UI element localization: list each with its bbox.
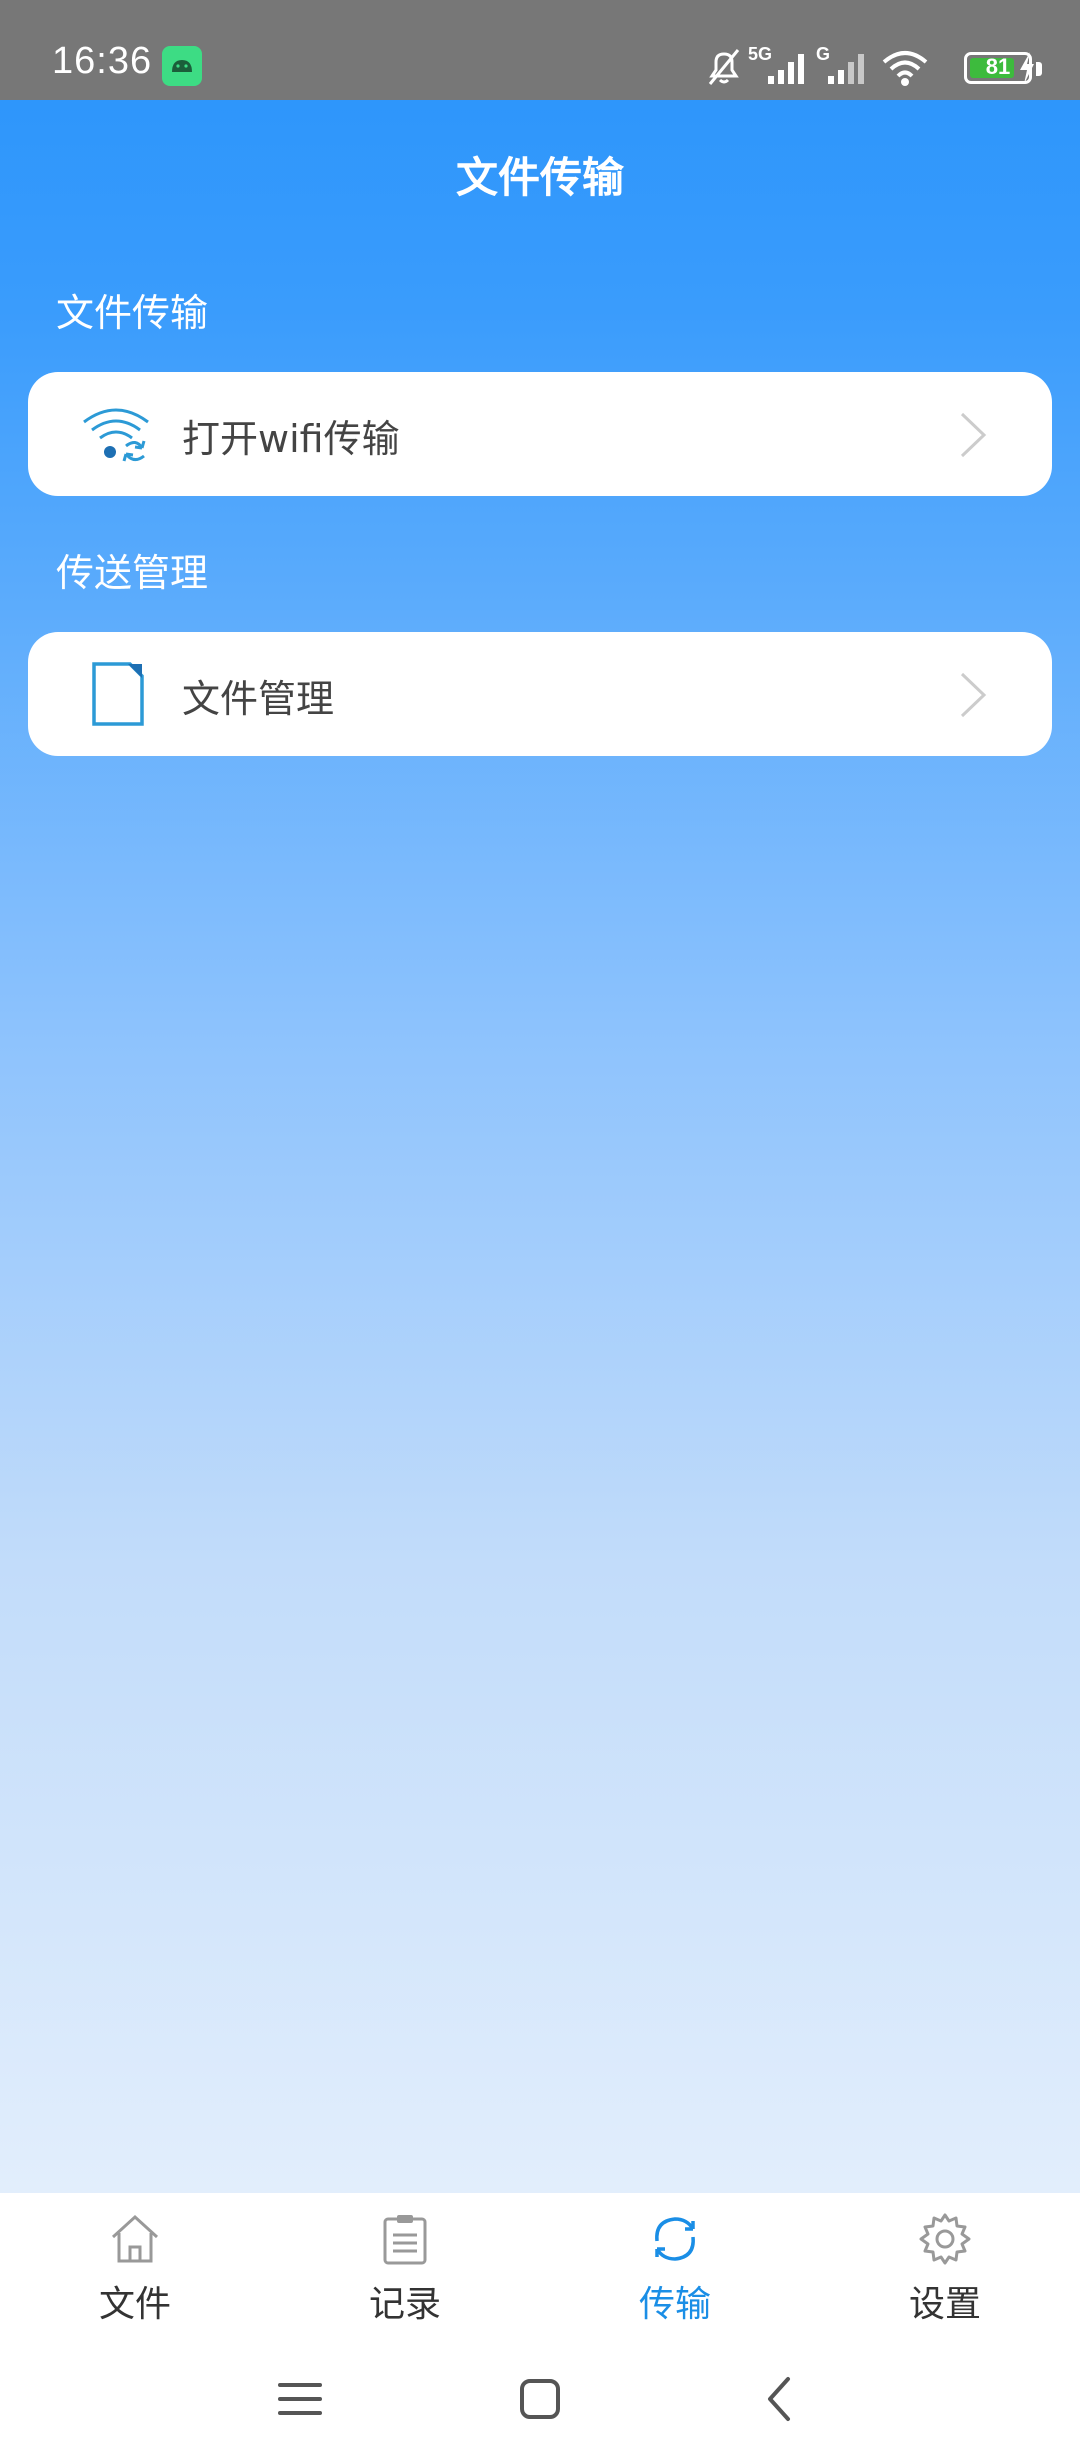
chevron-right-icon bbox=[960, 412, 987, 458]
chevron-right-icon bbox=[960, 672, 987, 718]
file-management-item[interactable]: 文件管理 bbox=[28, 632, 1052, 756]
main-content: 文件传输 文件传输 打开wifi传输 传送管理 文件管理 bbox=[0, 100, 1080, 2193]
charging-icon bbox=[1020, 52, 1034, 84]
tab-records-label: 记录 bbox=[368, 2284, 441, 2325]
mute-icon bbox=[708, 49, 740, 85]
signal-strength-icon-2 bbox=[828, 54, 864, 84]
clipboard-icon bbox=[383, 2215, 427, 2265]
tab-transfer[interactable]: 传输 bbox=[540, 2211, 810, 2341]
sync-icon bbox=[655, 2217, 695, 2261]
file-management-label: 文件管理 bbox=[182, 677, 335, 721]
system-nav-bar bbox=[0, 2341, 1080, 2460]
section-label-file-transfer: 文件传输 bbox=[56, 291, 209, 335]
tab-settings[interactable]: 设置 bbox=[810, 2211, 1080, 2341]
tab-files-label: 文件 bbox=[98, 2284, 171, 2325]
page-title: 文件传输 bbox=[455, 153, 624, 202]
android-app-icon bbox=[162, 46, 202, 86]
wifi-transfer-item[interactable]: 打开wifi传输 bbox=[28, 372, 1052, 496]
status-time: 16:36 bbox=[52, 40, 153, 82]
home-button-icon[interactable] bbox=[510, 2369, 570, 2429]
back-icon[interactable] bbox=[750, 2369, 810, 2429]
status-bar: 16:36 5G G 81 bbox=[0, 0, 1080, 100]
file-icon bbox=[92, 662, 144, 726]
tab-settings-label: 设置 bbox=[908, 2284, 981, 2325]
wifi-status-icon bbox=[882, 51, 928, 86]
wifi-transfer-icon bbox=[83, 408, 149, 462]
home-icon bbox=[111, 2214, 159, 2263]
wifi-transfer-label: 打开wifi传输 bbox=[182, 417, 400, 461]
signal-strength-icon bbox=[768, 54, 804, 84]
bottom-tab-bar: 文件 记录 传输 设置 bbox=[0, 2193, 1080, 2341]
menu-icon[interactable] bbox=[270, 2369, 330, 2429]
gear-icon bbox=[919, 2213, 971, 2265]
section-label-transfer-management: 传送管理 bbox=[56, 551, 209, 595]
tab-files[interactable]: 文件 bbox=[0, 2211, 270, 2341]
tab-transfer-label: 传输 bbox=[638, 2284, 711, 2325]
tab-records[interactable]: 记录 bbox=[270, 2211, 540, 2341]
